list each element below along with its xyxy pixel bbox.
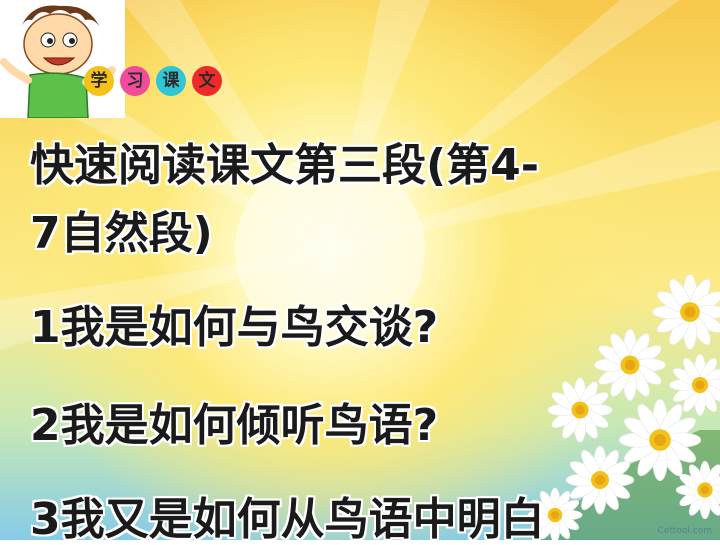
question-1: 1我是如何与鸟交谈? bbox=[30, 302, 439, 353]
watermark: Cettool.com bbox=[657, 526, 712, 536]
instruction-line-2: 7自然段) bbox=[30, 208, 213, 259]
badge-char-4: 文 bbox=[192, 66, 222, 96]
cartoon-boy-icon bbox=[0, 0, 125, 119]
badge-char-1: 学 bbox=[84, 66, 114, 96]
badge-char-3: 课 bbox=[156, 66, 186, 96]
instruction-line-1: 快速阅读课文第三段(第4- bbox=[30, 140, 539, 191]
question-3: 3我又是如何从鸟语中明白 bbox=[30, 494, 545, 545]
badge-char-2: 习 bbox=[120, 66, 150, 96]
question-2: 2我是如何倾听鸟语? bbox=[30, 400, 439, 451]
